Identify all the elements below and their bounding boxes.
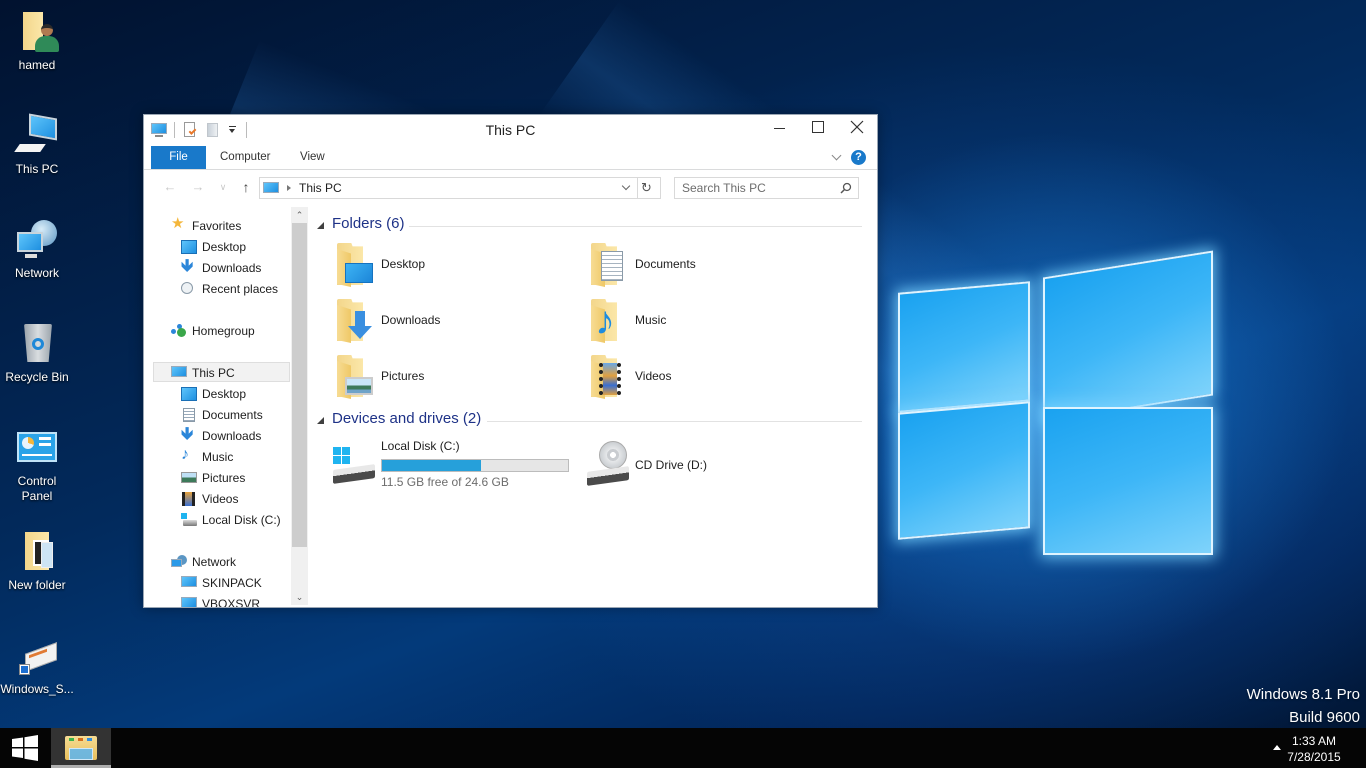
videos-folder-icon xyxy=(589,353,633,399)
computer-icon xyxy=(171,366,187,377)
computer-icon xyxy=(181,576,197,587)
title-bar[interactable]: This PC xyxy=(144,115,877,145)
taskbar: 1:33 AM 7/28/2015 xyxy=(0,728,1366,768)
scrollbar-thumb[interactable] xyxy=(292,223,307,547)
search-icon[interactable] xyxy=(840,182,852,194)
collapse-triangle-icon xyxy=(317,417,324,424)
breadcrumb-this-pc[interactable]: This PC xyxy=(299,181,342,195)
folder-icon xyxy=(15,530,59,574)
os-version-watermark: Windows 8.1 Pro Build 9600 xyxy=(1246,686,1360,726)
search-box[interactable]: Search This PC xyxy=(674,177,859,199)
shortcut-icon xyxy=(15,634,59,678)
scroll-up-arrow-icon[interactable]: ⌃ xyxy=(291,207,308,223)
address-bar[interactable]: This PC ↻ xyxy=(259,177,661,199)
user-folder-icon xyxy=(15,10,59,54)
this-pc-icon xyxy=(263,182,279,193)
drive-item-cd-drive-d[interactable]: CD Drive (D:) xyxy=(585,439,785,489)
tab-computer[interactable]: Computer xyxy=(208,146,283,169)
control-panel-icon xyxy=(15,426,59,470)
forward-button[interactable]: → xyxy=(189,178,207,196)
desktop-icon-this-pc[interactable]: This PC xyxy=(0,113,74,177)
drive-free-space: 11.5 GB free of 24.6 GB xyxy=(381,475,509,489)
close-button[interactable] xyxy=(837,115,877,139)
desktop-folder-icon xyxy=(335,241,379,287)
desktop-icon-windows-skinpack[interactable]: Windows_S... xyxy=(0,634,74,697)
drive-name: CD Drive (D:) xyxy=(635,458,707,472)
desktop-icon-hamed[interactable]: hamed xyxy=(0,10,74,73)
windows-logo-icon xyxy=(12,735,38,761)
refresh-icon[interactable]: ↻ xyxy=(641,180,652,196)
folder-item-videos[interactable]: Videos xyxy=(589,353,829,401)
file-explorer-icon xyxy=(65,734,97,760)
expand-ribbon-chevron-icon[interactable] xyxy=(831,150,842,161)
address-row: ← → ∨ ↑ This PC ↻ Search This PC xyxy=(144,175,877,201)
back-button[interactable]: ← xyxy=(161,178,179,196)
documents-folder-icon xyxy=(589,241,633,287)
desktop-icon-new-folder[interactable]: New folder xyxy=(0,530,74,593)
drive-name: Local Disk (C:) xyxy=(381,439,460,453)
network-icon xyxy=(171,555,187,569)
download-arrow-icon: 🡻 xyxy=(181,424,194,443)
music-note-icon: ♪ xyxy=(181,446,189,463)
clock-date: 7/28/2015 xyxy=(1287,750,1341,764)
breadcrumb-chevron-icon[interactable] xyxy=(287,185,291,191)
videos-icon xyxy=(182,492,195,506)
maximize-icon xyxy=(812,121,824,133)
computer-icon xyxy=(14,113,59,158)
drive-icon xyxy=(181,513,197,527)
local-disk-icon xyxy=(331,447,377,487)
search-input[interactable]: Search This PC xyxy=(682,181,766,195)
scroll-down-arrow-icon[interactable]: ⌄ xyxy=(291,589,308,605)
minimize-button[interactable] xyxy=(759,115,799,139)
up-button[interactable]: ↑ xyxy=(237,178,255,196)
documents-icon xyxy=(183,408,195,422)
folder-item-downloads[interactable]: Downloads xyxy=(335,297,575,345)
folder-item-desktop[interactable]: Desktop xyxy=(335,241,575,289)
content-pane: Folders (6) Desktop Documents Downloads … xyxy=(309,205,877,607)
desktop-icon-network[interactable]: Network xyxy=(0,218,74,281)
nav-pane-scrollbar[interactable]: ⌃ ⌄ xyxy=(291,207,308,605)
recent-places-icon xyxy=(181,282,193,294)
pictures-folder-icon xyxy=(335,353,379,399)
folder-item-music[interactable]: ♪ Music xyxy=(589,297,829,345)
folder-item-pictures[interactable]: Pictures xyxy=(335,353,575,401)
start-button[interactable] xyxy=(0,728,50,768)
tab-file[interactable]: File xyxy=(151,146,206,169)
ribbon-tabs: File Computer View ? xyxy=(144,146,877,170)
download-arrow-icon: 🡻 xyxy=(181,256,194,275)
desktop-icon-control-panel[interactable]: Control Panel xyxy=(0,426,74,504)
help-icon[interactable]: ? xyxy=(851,150,866,165)
computer-icon xyxy=(181,597,197,607)
taskbar-clock[interactable]: 1:33 AM 7/28/2015 xyxy=(1274,733,1354,765)
cd-drive-icon xyxy=(585,441,631,487)
network-icon xyxy=(15,218,59,262)
recycle-bin-icon xyxy=(15,322,59,366)
homegroup-icon xyxy=(171,324,187,338)
star-icon: ★ xyxy=(171,215,185,232)
navigation-pane: ★ Favorites Desktop 🡻 Downloads Recent p… xyxy=(144,205,308,607)
address-dropdown-icon[interactable] xyxy=(621,181,631,191)
group-divider xyxy=(409,226,862,227)
downloads-folder-icon xyxy=(335,297,379,343)
maximize-button[interactable] xyxy=(798,115,838,139)
desktop-icon xyxy=(181,240,197,254)
taskbar-file-explorer[interactable] xyxy=(51,728,111,768)
desktop-icon-recycle-bin[interactable]: Recycle Bin xyxy=(0,322,74,385)
drive-usage-fill xyxy=(382,460,482,471)
group-divider xyxy=(487,421,862,422)
close-icon xyxy=(850,120,864,134)
folder-item-documents[interactable]: Documents xyxy=(589,241,829,289)
music-folder-icon: ♪ xyxy=(589,297,633,343)
recent-locations-button[interactable]: ∨ xyxy=(214,178,232,196)
clock-time: 1:33 AM xyxy=(1291,734,1337,748)
collapse-triangle-icon xyxy=(317,222,324,229)
minimize-icon xyxy=(773,127,785,129)
wallpaper-windows-logo xyxy=(878,240,1218,570)
tab-view[interactable]: View xyxy=(288,146,337,169)
drive-item-local-disk-c[interactable]: Local Disk (C:) 11.5 GB free of 24.6 GB xyxy=(331,439,581,489)
file-explorer-window: This PC File Computer View ? ← → ∨ ↑ Thi… xyxy=(143,114,878,608)
pictures-icon xyxy=(181,472,197,483)
desktop-icon xyxy=(181,387,197,401)
drive-usage-bar xyxy=(381,459,569,472)
